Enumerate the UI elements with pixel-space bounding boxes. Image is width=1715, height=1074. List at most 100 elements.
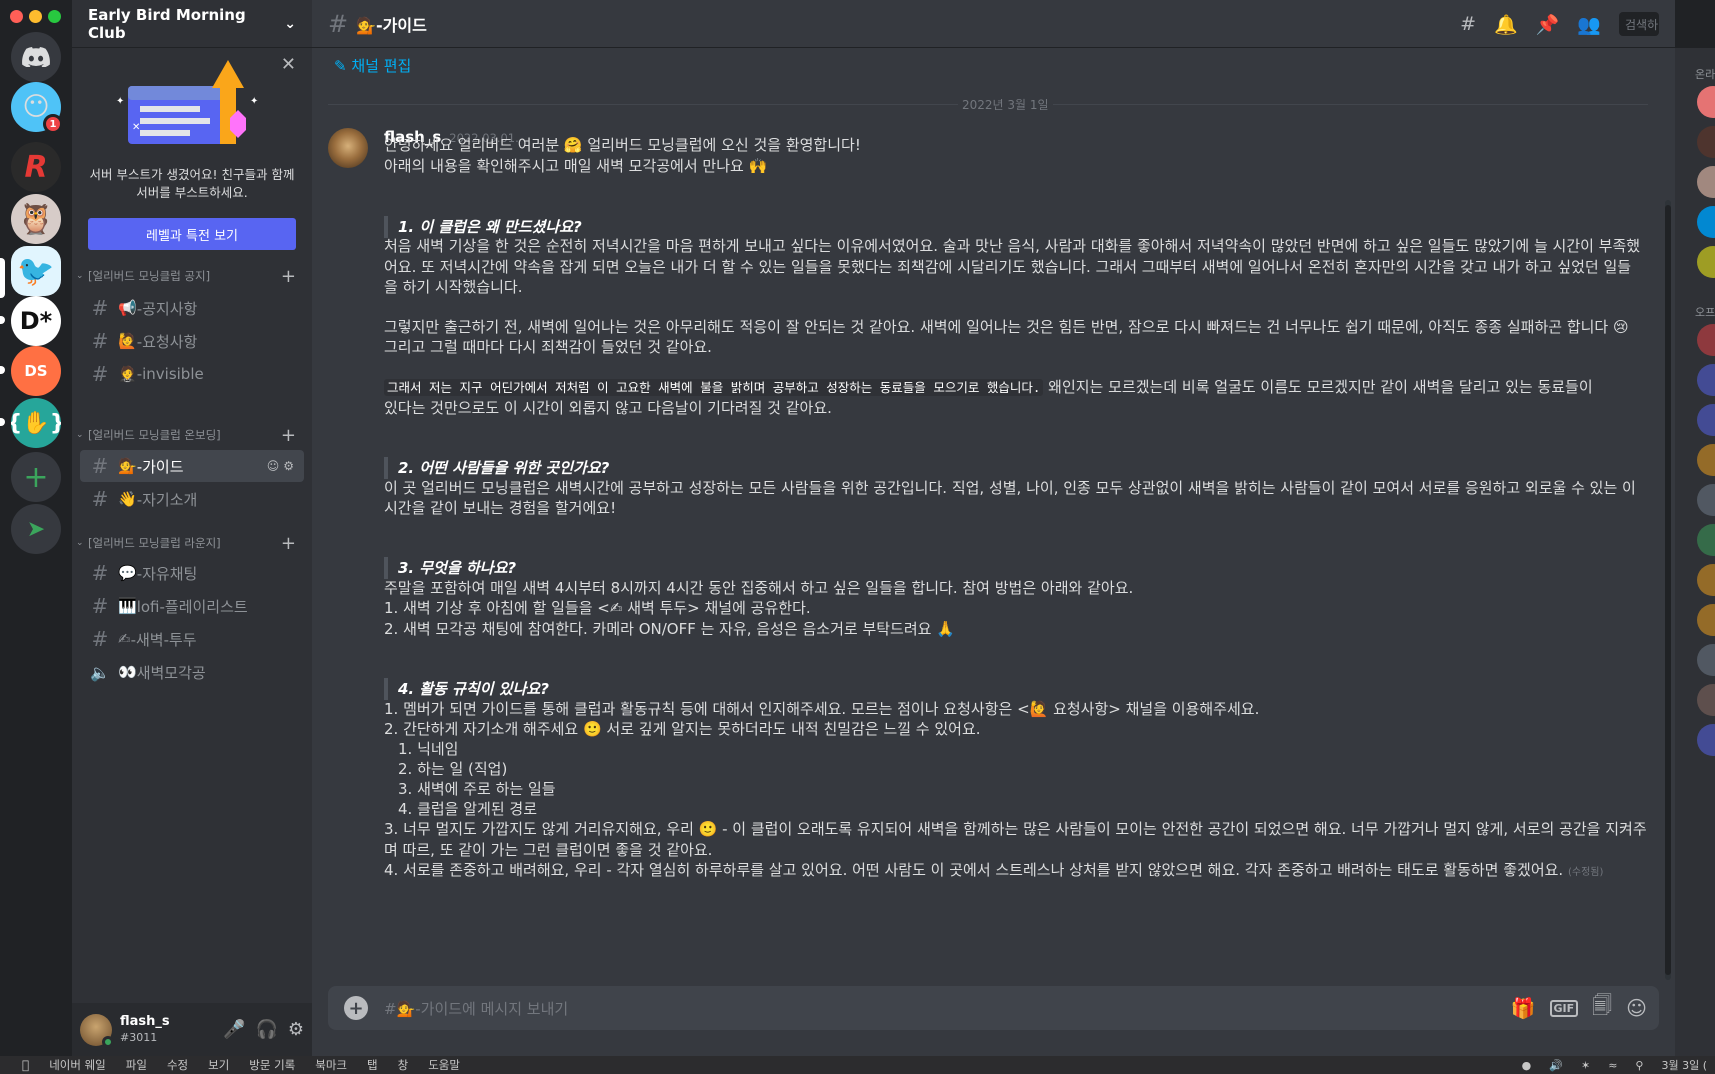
channel-name: -자기소개 — [136, 490, 198, 509]
message-line: 있다는 것만으로도 이 시간이 외롭지 않고 다음날이 기다려질 것 같아요. — [384, 399, 832, 417]
menu-tabs[interactable]: 탭 — [367, 1057, 378, 1073]
avatar[interactable] — [1697, 564, 1715, 596]
close-window-button[interactable] — [10, 10, 23, 23]
channel-name: -요청사항 — [136, 332, 198, 351]
channel-intro[interactable]: # 👋 -자기소개 — [80, 483, 304, 515]
category-lounge[interactable]: ⌄ [얼리버드 모닝클럽 라운지] + — [72, 533, 312, 554]
menu-edit[interactable]: 수정 — [167, 1057, 188, 1073]
server-header[interactable]: Early Bird Morning Club ⌄ — [72, 0, 312, 48]
server-owl-icon[interactable]: 🦉 — [11, 194, 61, 244]
avatar[interactable] — [1697, 86, 1715, 118]
menu-window[interactable]: 창 — [398, 1057, 409, 1073]
channel-dawn-todo[interactable]: # ✍ -새벽-투두 — [80, 623, 304, 655]
avatar[interactable] — [1697, 126, 1715, 158]
avatar[interactable] — [1697, 404, 1715, 436]
gif-icon[interactable]: GIF — [1549, 999, 1579, 1017]
category-notice[interactable]: ⌄ [얼리버드 모닝클럽 공지] + — [72, 266, 312, 287]
avatar[interactable] — [1697, 324, 1715, 356]
message-input[interactable]: #💁-가이드에 메시지 보내기 — [384, 998, 568, 1019]
avatar[interactable] — [1697, 166, 1715, 198]
channel-notice[interactable]: # 📢 -공지사항 — [80, 292, 304, 324]
sticker-icon[interactable]: 🗐 — [1592, 991, 1612, 1025]
avatar[interactable] — [1697, 684, 1715, 716]
channel-requests[interactable]: # 🙋 -요청사항 — [80, 325, 304, 357]
avatar[interactable] — [1697, 724, 1715, 756]
menu-help[interactable]: 도움말 — [428, 1057, 460, 1073]
menu-view[interactable]: 보기 — [208, 1057, 229, 1073]
menu-history[interactable]: 방문 기록 — [249, 1057, 295, 1073]
channel-emoji: 📢 — [118, 299, 137, 317]
avatar[interactable] — [328, 128, 368, 168]
server-smiley-icon[interactable]: 😶 1 — [11, 82, 63, 134]
invite-icon[interactable]: ☺ — [267, 459, 284, 473]
add-channel-icon[interactable]: + — [281, 533, 296, 554]
members-icon[interactable]: 👥 — [1577, 13, 1601, 36]
headphones-icon[interactable]: 🎧 — [255, 1019, 277, 1040]
channel-guide[interactable]: # 💁 -가이드 ☺⚙ — [80, 450, 304, 482]
channel-header: # 💁-가이드 # 🔔 📌 👥 검색하 — [312, 0, 1675, 48]
voice-channel-dawn-study[interactable]: 🔈 👀 새벽모각공 — [80, 656, 304, 688]
search-icon[interactable]: ⚲ — [1635, 1059, 1643, 1072]
add-server-icon[interactable]: + — [11, 452, 61, 502]
home-discord-icon[interactable] — [11, 32, 61, 82]
server-bird-icon[interactable]: 🐦 — [11, 246, 61, 296]
status-icon[interactable]: ● — [1522, 1059, 1532, 1072]
avatar[interactable] — [1697, 484, 1715, 516]
bell-icon[interactable]: 🔔 — [1494, 13, 1518, 36]
search-input[interactable]: 검색하 — [1619, 12, 1659, 36]
message-line: 2. 하는 일 (직업) — [398, 760, 508, 778]
message-line: 주말을 포함하여 매일 새벽 4시부터 8시까지 4시간 동안 집중해서 하고 … — [384, 579, 1134, 597]
menu-file[interactable]: 파일 — [126, 1057, 147, 1073]
avatar[interactable] — [1697, 444, 1715, 476]
apple-icon[interactable]:  — [22, 1058, 29, 1072]
server-d-logo[interactable]: D* — [11, 296, 61, 346]
avatar[interactable] — [1697, 644, 1715, 676]
add-attachment-icon[interactable]: + — [344, 996, 368, 1020]
channel-name: lofi-플레이리스트 — [136, 597, 248, 616]
category-onboarding[interactable]: ⌄ [얼리버드 모닝클럽 온보딩] + — [72, 425, 312, 446]
zoom-window-button[interactable] — [48, 10, 61, 23]
channel-lofi-playlist[interactable]: # 🎹 lofi-플레이리스트 — [80, 590, 304, 622]
gear-icon[interactable]: ⚙ — [283, 459, 298, 473]
edit-channel-link[interactable]: ✎ 채널 편집 — [334, 55, 411, 76]
boost-perks-button[interactable]: 레벨과 특전 보기 — [88, 218, 296, 250]
mute-microphone-icon[interactable]: 🎤 — [223, 1019, 245, 1040]
menu-app[interactable]: 네이버 웨일 — [49, 1057, 106, 1073]
server-ds-logo[interactable]: DS — [11, 346, 61, 396]
channel-name: -invisible — [136, 365, 204, 383]
add-channel-icon[interactable]: + — [281, 266, 296, 287]
add-channel-icon[interactable]: + — [281, 425, 296, 446]
server-code-icon[interactable]: {✋} — [11, 398, 61, 448]
channel-emoji: 🙋 — [118, 332, 137, 350]
avatar[interactable] — [1697, 364, 1715, 396]
pin-icon[interactable]: 📌 — [1536, 13, 1560, 36]
scrollbar-thumb[interactable] — [1665, 205, 1671, 975]
emoji-icon[interactable]: ☺ — [1626, 996, 1647, 1020]
server-r-logo[interactable]: R — [11, 142, 61, 192]
channel-invisible[interactable]: # 🤵 -invisible — [80, 358, 304, 390]
online-status-dot — [102, 1035, 114, 1048]
avatar[interactable] — [1697, 524, 1715, 556]
channel-free-chat[interactable]: # 💬 -자유채팅 — [80, 557, 304, 589]
avatar[interactable] — [1697, 604, 1715, 636]
avatar[interactable] — [1697, 246, 1715, 278]
menu-bookmarks[interactable]: 북마크 — [315, 1057, 347, 1073]
avatar[interactable] — [80, 1013, 114, 1048]
clock-text[interactable]: 3월 3일 ( — [1661, 1057, 1707, 1073]
threads-icon[interactable]: # — [1460, 13, 1476, 35]
minimize-window-button[interactable] — [29, 10, 42, 23]
avatar[interactable] — [1697, 206, 1715, 238]
volume-icon[interactable]: 🔊 — [1549, 1059, 1563, 1072]
explore-compass-icon[interactable]: ➤ — [11, 504, 61, 554]
wifi-icon[interactable]: ≈ — [1608, 1059, 1617, 1072]
message-line: 안녕하세요 얼리버드 여러분 🤗 얼리버드 모닝클럽에 오신 것을 환영합니다! — [384, 136, 861, 154]
hash-icon: # — [91, 329, 109, 353]
message-line: 2. 간단하게 자기소개 해주세요 🙂 서로 깊게 알지는 못하더라도 내적 친… — [384, 720, 981, 738]
gift-icon[interactable]: 🎁 — [1511, 996, 1536, 1020]
close-icon[interactable]: ✕ — [281, 54, 296, 75]
gear-icon[interactable]: ⚙ — [288, 1019, 304, 1040]
message-line: 을 하기 시작했습니다. — [384, 278, 523, 296]
channel-name: -자유채팅 — [136, 564, 198, 583]
bluetooth-icon[interactable]: ✶ — [1581, 1059, 1590, 1072]
channel-tools: ☺⚙ — [267, 459, 298, 473]
